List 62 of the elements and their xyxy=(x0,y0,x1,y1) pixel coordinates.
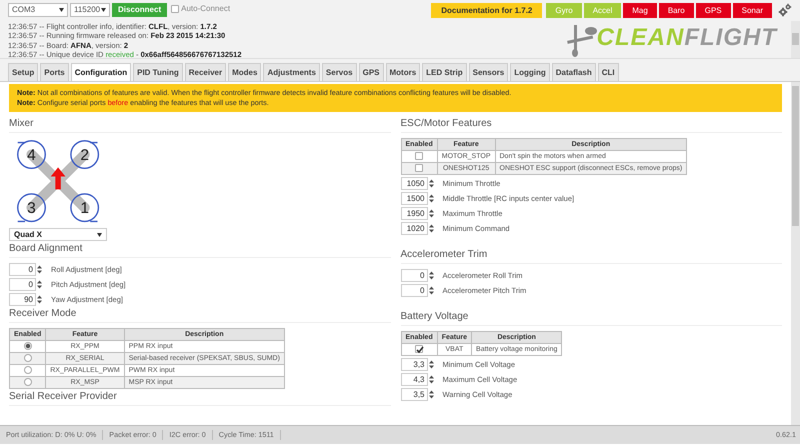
checkbox[interactable] xyxy=(415,152,424,160)
number-field[interactable]: 0 xyxy=(9,278,36,291)
number-field[interactable]: 1050 xyxy=(400,177,428,190)
logo-text: CLEANFLIGHT xyxy=(596,23,777,53)
documentation-button[interactable]: Documentation for 1.7.2 xyxy=(431,3,542,18)
caret-icon xyxy=(97,232,102,236)
number-field[interactable]: 4,3 xyxy=(400,373,428,386)
checkbox[interactable] xyxy=(415,345,424,354)
motor-number: 2 xyxy=(80,147,89,164)
tab[interactable]: Sensors xyxy=(468,63,508,81)
mixer-select[interactable]: Quad X xyxy=(9,228,107,241)
sensor-indicator: GPS xyxy=(696,3,731,18)
section-heading: Receiver Mode xyxy=(9,308,390,323)
tab[interactable]: PID Tuning xyxy=(133,63,183,81)
baud-select[interactable]: 115200 xyxy=(70,3,110,17)
number-field[interactable]: 0 xyxy=(400,269,428,282)
section-heading: Serial Receiver Provider xyxy=(9,391,390,406)
number-field[interactable]: 3,5 xyxy=(400,388,428,401)
tab[interactable]: Motors xyxy=(386,63,420,81)
checkbox[interactable] xyxy=(415,164,424,172)
tab[interactable]: Logging xyxy=(510,63,550,81)
caret-icon xyxy=(59,8,64,12)
tab[interactable]: Servos xyxy=(322,63,357,81)
radio-button[interactable] xyxy=(24,354,32,362)
tab[interactable]: Receiver xyxy=(184,63,226,81)
sensor-indicator: Accel xyxy=(584,3,622,18)
tab[interactable]: CLI xyxy=(598,63,619,81)
number-field[interactable]: 90 xyxy=(9,293,36,306)
tab[interactable]: Adjustments xyxy=(263,63,320,81)
number-field[interactable]: 1950 xyxy=(400,207,428,220)
sensor-indicator: Baro xyxy=(658,3,694,18)
section-heading: Board Alignment xyxy=(9,243,390,258)
sensor-indicator: Sonar xyxy=(732,3,772,18)
tab[interactable]: GPS xyxy=(358,63,384,81)
tab[interactable]: Ports xyxy=(40,63,69,81)
section-heading: Mixer xyxy=(9,118,390,133)
motor-number: 1 xyxy=(80,200,89,218)
tab[interactable]: LED Strip xyxy=(422,63,467,81)
motor-number: 4 xyxy=(27,147,36,164)
radio-button[interactable] xyxy=(24,366,32,374)
content-scrollbar[interactable] xyxy=(791,82,800,425)
tab[interactable]: Configuration xyxy=(70,63,132,81)
sensor-indicator: Mag xyxy=(623,3,657,18)
radio-button[interactable] xyxy=(24,378,32,386)
log-scrollbar[interactable] xyxy=(791,21,800,58)
number-field[interactable]: 3,3 xyxy=(400,358,428,371)
sensor-indicator: Gyro xyxy=(546,3,582,18)
section-heading: ESC/Motor Features xyxy=(400,118,782,133)
section-heading: Battery Voltage xyxy=(400,311,782,326)
section-heading: Accelerometer Trim xyxy=(400,249,782,264)
caret-icon xyxy=(101,8,106,12)
number-field[interactable]: 1020 xyxy=(400,222,428,235)
tab[interactable]: Setup xyxy=(8,63,38,81)
number-field[interactable]: 1500 xyxy=(400,192,428,205)
radio-button[interactable] xyxy=(24,342,32,350)
number-field[interactable]: 0 xyxy=(9,263,36,276)
settings-icon[interactable] xyxy=(778,3,792,17)
tab[interactable]: Modes xyxy=(228,63,262,81)
port-select[interactable]: COM3 xyxy=(8,3,68,17)
tab[interactable]: Dataflash xyxy=(552,63,596,81)
number-field[interactable]: 0 xyxy=(400,284,428,297)
motor-number: 3 xyxy=(27,200,36,218)
